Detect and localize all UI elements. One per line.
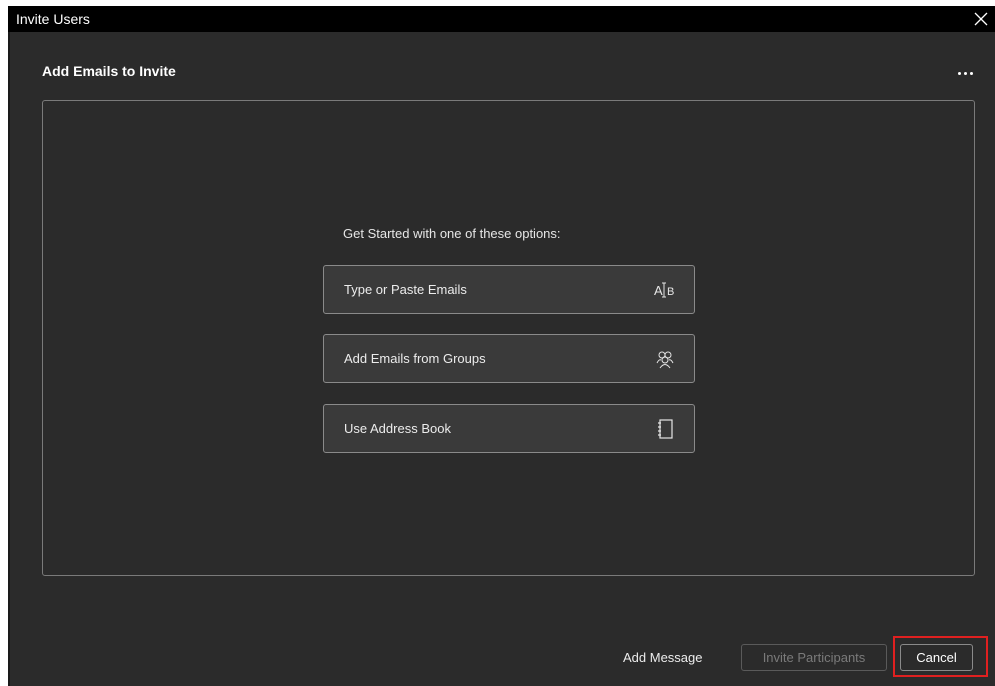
more-options-button[interactable] [951, 64, 979, 82]
page-title: Add Emails to Invite [42, 63, 176, 79]
title-bar: Invite Users [8, 6, 995, 32]
use-address-book-button[interactable]: Use Address Book [323, 404, 695, 453]
invite-users-dialog: Invite Users Add Emails to Invite Get St… [8, 6, 995, 686]
option-label: Add Emails from Groups [344, 351, 486, 366]
svg-text:A: A [654, 283, 663, 298]
more-dot [969, 71, 973, 75]
option-label: Use Address Book [344, 421, 451, 436]
more-horizontal-icon [957, 71, 961, 75]
text-cursor-ab-icon: A B [654, 279, 676, 301]
svg-text:B: B [667, 286, 674, 298]
window-edge [8, 32, 10, 686]
add-emails-from-groups-button[interactable]: Add Emails from Groups [323, 334, 695, 383]
window-title: Invite Users [16, 11, 90, 27]
close-icon [974, 12, 988, 26]
close-button[interactable] [967, 6, 995, 32]
group-users-icon [654, 348, 676, 370]
invite-participants-button[interactable]: Invite Participants [741, 644, 887, 671]
add-message-link[interactable]: Add Message [623, 650, 703, 665]
more-dot [963, 71, 967, 75]
option-label: Type or Paste Emails [344, 282, 467, 297]
options-prompt: Get Started with one of these options: [343, 226, 561, 241]
cancel-button[interactable]: Cancel [900, 644, 973, 671]
type-paste-emails-button[interactable]: Type or Paste Emails A B [323, 265, 695, 314]
address-book-icon [654, 418, 676, 440]
